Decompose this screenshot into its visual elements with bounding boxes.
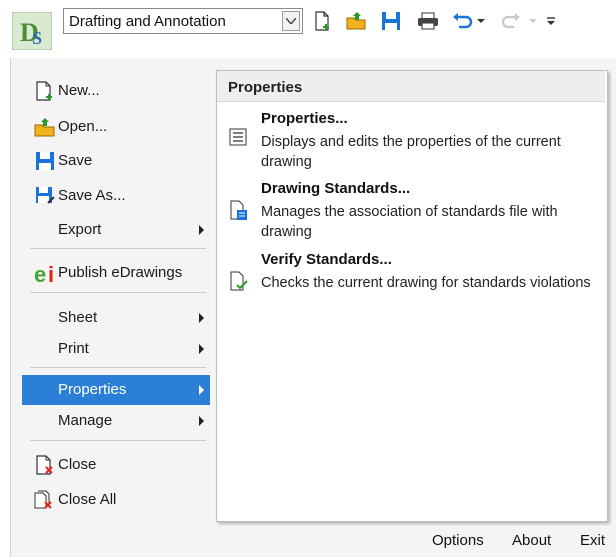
svg-text:i: i — [48, 262, 54, 284]
close-document-icon — [34, 454, 56, 476]
verify-standards-icon — [229, 271, 249, 293]
menu-separator — [30, 367, 206, 368]
app-logo[interactable]: D S — [11, 11, 53, 51]
menu-label-new: New... — [58, 82, 100, 99]
new-icon[interactable] — [313, 9, 333, 33]
menu-label-print: Print — [58, 340, 89, 357]
properties-icon — [229, 128, 249, 150]
quick-access-toolbar: D S Drafting and Annotation — [0, 0, 616, 58]
drawing-standards-icon — [229, 200, 249, 222]
open-folder-icon — [34, 116, 56, 138]
submenu-item-title: Verify Standards... — [261, 251, 392, 268]
menu-label-save: Save — [58, 152, 93, 169]
menu-item-open[interactable]: Open... — [22, 112, 210, 142]
menu-label-publish: Publish eDrawings — [58, 264, 183, 281]
submenu-arrow-icon — [199, 416, 204, 426]
submenu-title: Properties — [228, 79, 303, 96]
exit-button[interactable]: Exit — [580, 532, 605, 549]
print-icon[interactable] — [416, 9, 440, 33]
chevron-down-icon[interactable] — [282, 11, 300, 31]
submenu-item-properties[interactable]: Properties... Displays and edits the pro… — [217, 110, 605, 170]
submenu-arrow-icon — [199, 313, 204, 323]
menu-separator — [30, 292, 206, 293]
menu-label-sheet: Sheet — [58, 309, 98, 326]
submenu-header: Properties — [217, 71, 605, 102]
menu-item-publish-edrawings[interactable]: ei Publish eDrawings — [22, 258, 210, 288]
svg-text:e: e — [34, 262, 46, 284]
submenu-item-title: Drawing Standards... — [261, 180, 411, 197]
menu-item-manage[interactable]: Manage — [22, 406, 210, 436]
customize-icon[interactable] — [544, 9, 558, 33]
menu-item-print[interactable]: Print — [22, 334, 210, 364]
save-as-icon — [34, 185, 56, 207]
menu-item-export[interactable]: Export — [22, 215, 210, 245]
svg-text:S: S — [32, 28, 42, 48]
close-all-icon — [34, 489, 56, 511]
menu-item-new[interactable]: New... — [22, 76, 210, 106]
menu-label-export: Export — [58, 221, 102, 238]
edrawings-icon: ei — [34, 262, 56, 287]
menu-item-sheet[interactable]: Sheet — [22, 303, 210, 333]
options-button[interactable]: Options — [432, 532, 484, 549]
menu-label-save-as: Save As... — [58, 187, 126, 204]
open-icon[interactable] — [345, 9, 369, 33]
submenu-item-verify-standards[interactable]: Verify Standards... Checks the current d… — [217, 251, 605, 311]
undo-icon[interactable] — [451, 9, 487, 33]
menu-label-close: Close — [58, 456, 97, 473]
menu-label-manage: Manage — [58, 412, 113, 429]
menu-item-save-as[interactable]: Save As... — [22, 181, 210, 211]
submenu-item-description: Manages the association of standards fil… — [261, 204, 558, 240]
menu-label-properties: Properties — [58, 381, 127, 398]
new-document-icon — [34, 80, 56, 102]
submenu-item-description: Displays and edits the properties of the… — [261, 134, 561, 170]
save-icon — [34, 150, 56, 172]
menu-item-close[interactable]: Close — [22, 450, 210, 480]
menu-separator — [30, 440, 206, 441]
workspace-value: Drafting and Annotation — [69, 13, 226, 30]
about-button[interactable]: About — [512, 532, 551, 549]
workspace-select[interactable]: Drafting and Annotation — [63, 8, 303, 34]
menu-item-properties[interactable]: Properties — [22, 375, 210, 405]
save-icon[interactable] — [380, 9, 402, 33]
menu-label-close-all: Close All — [58, 491, 117, 508]
menu-label-open: Open... — [58, 118, 108, 135]
menu-item-save[interactable]: Save — [22, 146, 210, 176]
submenu-arrow-icon — [199, 225, 204, 235]
submenu-arrow-icon — [199, 344, 204, 354]
submenu-item-title: Properties... — [261, 110, 348, 127]
submenu-item-description: Checks the current drawing for standards… — [261, 275, 591, 291]
submenu-item-drawing-standards[interactable]: Drawing Standards... Manages the associa… — [217, 180, 605, 240]
properties-submenu: Properties Properties... Displays and ed… — [216, 70, 608, 522]
menu-item-close-all[interactable]: Close All — [22, 485, 210, 515]
redo-icon[interactable] — [500, 9, 538, 33]
submenu-arrow-icon — [199, 385, 204, 395]
menu-separator — [30, 248, 206, 249]
